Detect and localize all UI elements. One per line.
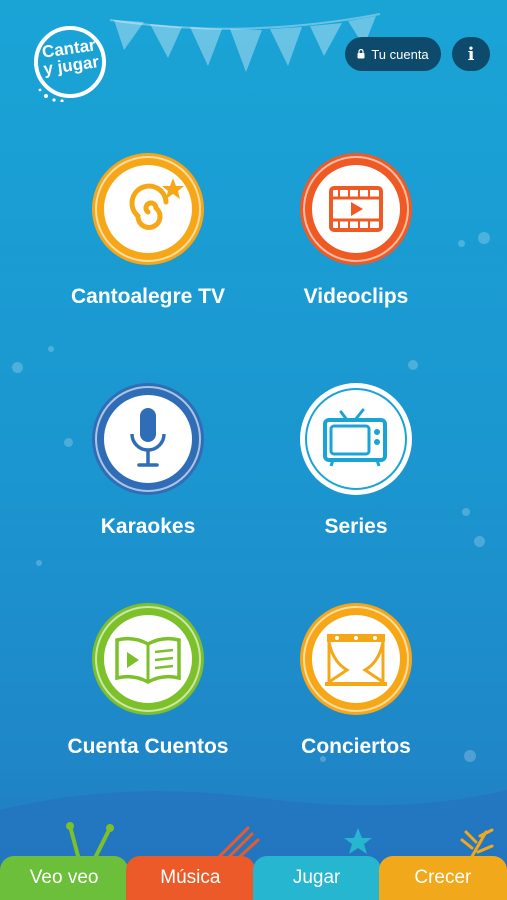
menu-item-label: Cuenta Cuentos — [67, 735, 229, 758]
tab-musica[interactable]: Música — [126, 856, 255, 900]
menu-item-label: Karaokes — [100, 515, 196, 538]
lock-icon — [357, 49, 365, 59]
menu-item-label: Videoclips — [303, 285, 409, 308]
bubble-decoration — [462, 508, 470, 516]
bubble-decoration — [458, 240, 465, 247]
bubble-decoration — [408, 360, 418, 370]
menu-item-conciertos[interactable]: Conciertos — [256, 600, 456, 759]
bubble-decoration — [36, 560, 42, 566]
tab-label: Música — [160, 867, 221, 888]
app-screen: Cantar y jugar Tu cuenta i Cantoalegre T… — [0, 0, 507, 900]
menu-item-label: Conciertos — [301, 735, 411, 758]
menu-item-cantoalegre-tv[interactable]: Cantoalegre TV — [48, 150, 248, 309]
bubble-decoration — [48, 346, 54, 352]
book-play-icon — [92, 603, 204, 715]
menu-item-label: Cantoalegre TV — [70, 285, 226, 308]
bubble-decoration — [464, 750, 476, 762]
tab-label: Jugar — [292, 867, 341, 888]
menu-item-label: Series — [324, 515, 388, 538]
stage-curtain-icon — [300, 603, 412, 715]
bunting-decoration — [110, 13, 380, 72]
bubble-decoration — [474, 536, 485, 547]
film-play-icon — [300, 153, 412, 265]
swirl-star-icon — [92, 153, 204, 265]
menu-item-series[interactable]: Series — [256, 380, 456, 539]
bubble-decoration — [478, 232, 490, 244]
bubble-decoration — [12, 362, 23, 373]
info-icon: i — [467, 43, 475, 65]
menu-item-cuenta-cuentos[interactable]: Cuenta Cuentos — [48, 600, 248, 759]
microphone-icon — [92, 383, 204, 495]
television-icon — [300, 383, 412, 495]
info-button[interactable]: i — [452, 37, 490, 71]
tab-jugar[interactable]: Jugar — [252, 856, 381, 900]
tab-label: Veo veo — [29, 867, 99, 888]
app-logo[interactable]: Cantar y jugar — [30, 22, 110, 102]
tab-crecer[interactable]: Crecer — [378, 856, 507, 900]
menu-item-videoclips[interactable]: Videoclips — [256, 150, 456, 309]
menu-item-karaokes[interactable]: Karaokes — [48, 380, 248, 539]
account-button[interactable]: Tu cuenta — [345, 37, 441, 71]
account-label: Tu cuenta — [371, 46, 429, 62]
tab-veo-veo[interactable]: Veo veo — [0, 856, 129, 900]
tab-label: Crecer — [414, 867, 472, 888]
bottom-tab-bar: Veo veo Música Jugar Crecer — [0, 856, 507, 900]
